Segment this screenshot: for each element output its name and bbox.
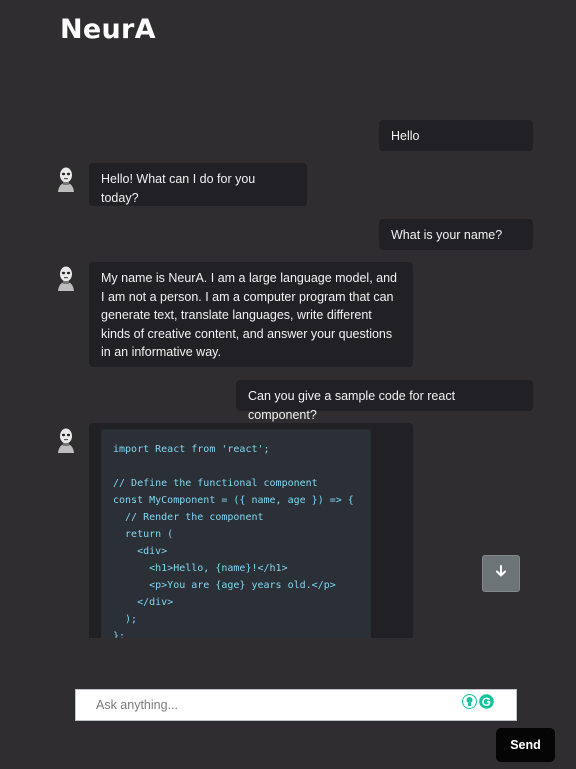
scroll-down-button[interactable] (482, 555, 520, 592)
user-message: Hello (379, 120, 533, 151)
grammar-extension (462, 694, 494, 714)
arrow-down-icon (494, 564, 508, 583)
robot-avatar-icon (55, 166, 77, 192)
assistant-message: Hello! What can I do for you today? (89, 163, 307, 206)
message-text: Hello (391, 129, 420, 143)
message-text: My name is NeurA. I am a large language … (101, 271, 397, 359)
user-message: Can you give a sample code for react com… (236, 380, 533, 422)
code-block[interactable]: import React from 'react'; // Define the… (101, 429, 371, 638)
message-text: What is your name? (391, 228, 503, 242)
user-message: What is your name? (379, 219, 533, 250)
chat-input-container (75, 689, 517, 721)
chat-area[interactable]: Hello Hello! What can I do for you today… (0, 0, 576, 638)
send-button[interactable]: Send (496, 728, 555, 762)
message-text: Hello! What can I do for you today? (101, 172, 256, 205)
message-text: Can you give a sample code for react com… (248, 389, 456, 422)
grammarly-icon[interactable] (479, 694, 494, 714)
robot-avatar-icon (55, 265, 77, 291)
assistant-message: My name is NeurA. I am a large language … (89, 262, 413, 367)
robot-avatar-icon (55, 427, 77, 453)
chat-input[interactable] (94, 697, 458, 713)
lightbulb-icon[interactable] (462, 694, 477, 714)
